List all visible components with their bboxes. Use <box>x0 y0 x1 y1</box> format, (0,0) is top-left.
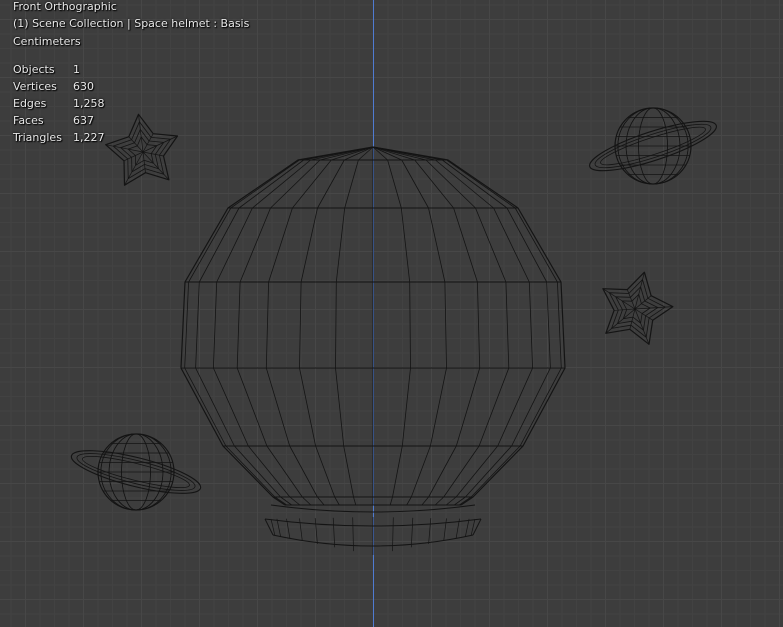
statistics-overlay: Objects 1 Vertices 630 Edges 1,258 Faces… <box>13 61 105 146</box>
stat-row-vertices: Vertices 630 <box>13 78 105 95</box>
stat-value: 1,227 <box>73 131 105 144</box>
helmet-wireframe[interactable] <box>180 146 566 555</box>
stat-row-objects: Objects 1 <box>13 61 105 78</box>
stat-row-edges: Edges 1,258 <box>13 95 105 112</box>
star-wireframe-top-left[interactable] <box>105 113 179 186</box>
planet-wireframe-bottom-left[interactable] <box>68 433 204 511</box>
stat-value: 637 <box>73 114 94 127</box>
star-wireframe-right[interactable] <box>602 271 674 345</box>
stat-value: 1 <box>73 63 80 76</box>
3d-viewport[interactable]: Front Orthographic (1) Scene Collection … <box>0 0 783 627</box>
stat-label: Triangles <box>13 131 62 144</box>
stat-label: Vertices <box>13 80 57 93</box>
stat-value: 1,258 <box>73 97 105 110</box>
collection-info: (1) Scene Collection | Space helmet : Ba… <box>13 17 250 30</box>
stat-label: Objects <box>13 63 55 76</box>
view-name: Front Orthographic <box>13 0 117 13</box>
units-label: Centimeters <box>13 35 81 48</box>
stat-row-triangles: Triangles 1,227 <box>13 129 105 146</box>
stat-label: Edges <box>13 97 47 110</box>
stat-value: 630 <box>73 80 94 93</box>
stat-row-faces: Faces 637 <box>13 112 105 129</box>
wireframe-scene[interactable] <box>0 0 783 627</box>
planet-wireframe-top-right[interactable] <box>585 107 720 185</box>
stat-label: Faces <box>13 114 44 127</box>
